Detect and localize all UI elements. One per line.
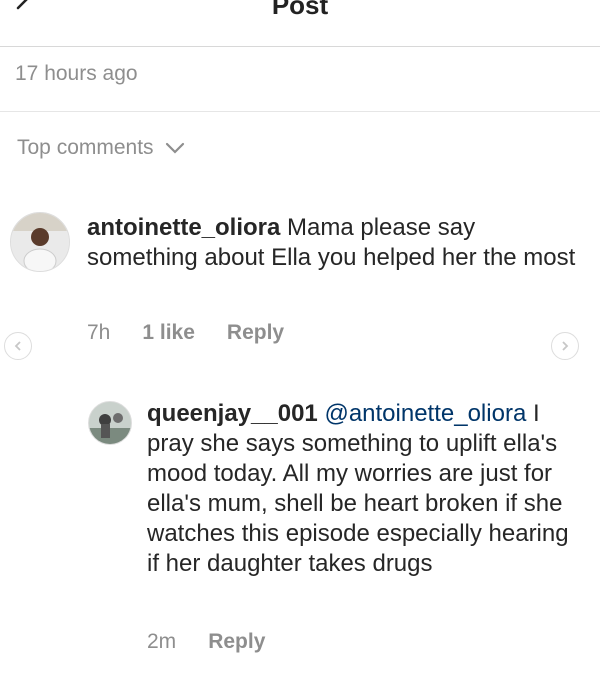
comment-meta: 7h 1 like Reply [87, 321, 316, 345]
reply-username[interactable]: queenjay__001 [147, 400, 318, 427]
comment-username[interactable]: antoinette_oliora [87, 214, 280, 241]
comment-likes[interactable]: 1 like [142, 321, 195, 345]
reply-time: 2m [147, 630, 177, 653]
section-divider [0, 111, 600, 112]
next-arrow-icon[interactable] [551, 332, 579, 360]
reply-button[interactable]: Reply [227, 321, 284, 345]
reply-button[interactable]: Reply [208, 630, 265, 654]
top-comments-label: Top comments [17, 136, 154, 159]
reply-mention[interactable]: @antoinette_oliora [324, 400, 526, 427]
comment-text: antoinette_oliora Mama please say someth… [87, 213, 592, 273]
top-comments-dropdown[interactable]: Top comments [17, 136, 186, 160]
avatar[interactable] [10, 212, 70, 272]
reply-text: queenjay__001 @antoinette_oliora I pray … [147, 399, 587, 579]
avatar[interactable] [88, 401, 132, 445]
page-title: Post [271, 0, 329, 20]
chevron-down-icon [165, 142, 184, 154]
prev-arrow-icon[interactable] [4, 332, 32, 360]
reply-meta: 2m Reply [147, 630, 297, 654]
top-bar: Post [0, 0, 600, 47]
post-timestamp: 17 hours ago [15, 62, 138, 85]
comment-time: 7h [87, 321, 111, 344]
